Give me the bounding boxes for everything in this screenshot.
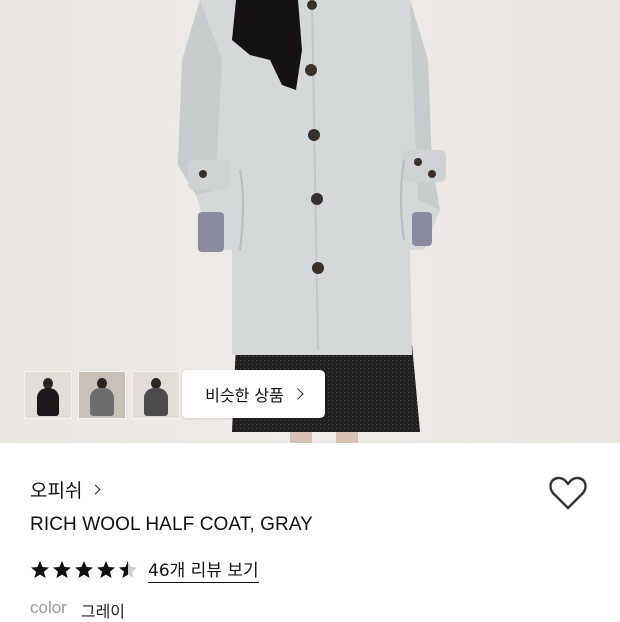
heart-icon[interactable] [548,474,588,512]
star-rating [30,560,138,580]
rating-row: 46개 리뷰 보기 [30,556,259,583]
chevron-right-icon [91,484,101,495]
review-link[interactable]: 46개 리뷰 보기 [148,556,259,583]
color-value: 그레이 [80,602,126,621]
brand-link[interactable]: 오피쉬 [30,476,101,503]
thumbnail-3[interactable] [132,371,180,419]
chevron-right-icon [292,388,304,400]
star-icon [53,560,71,578]
similar-products-button[interactable]: 비슷한 상품 [182,370,325,418]
color-row: color 그레이 [30,598,125,622]
star-icon [31,560,49,578]
star-icon [97,560,115,578]
thumbnail-strip [24,371,180,419]
brand-name: 오피쉬 [30,480,83,502]
star-half-icon [119,560,137,578]
color-label: color [30,598,67,617]
thumbnail-1[interactable] [24,371,72,419]
similar-products-label: 비슷한 상품 [205,386,284,405]
product-title: RICH WOOL HALF COAT, GRAY [30,514,313,535]
star-icon [75,560,93,578]
thumbnail-2[interactable] [78,371,126,419]
